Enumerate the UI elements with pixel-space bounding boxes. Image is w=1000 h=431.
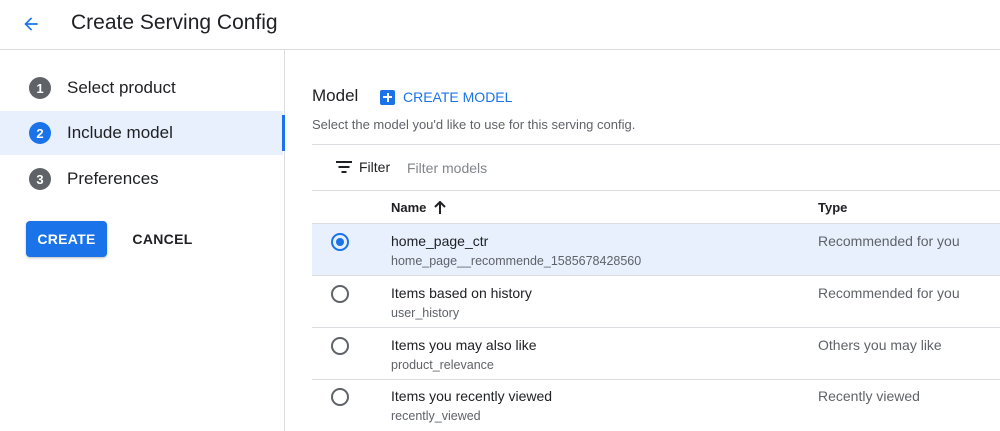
step-preferences[interactable]: 3 Preferences — [0, 157, 283, 201]
add-box-icon — [380, 89, 395, 105]
model-type: Recommended for you — [818, 285, 960, 301]
step-number: 1 — [29, 77, 51, 99]
section-title: Model — [312, 86, 359, 105]
step-number: 3 — [29, 168, 51, 190]
table-row[interactable]: Items you may also like product_relevanc… — [312, 328, 1000, 380]
model-name: Items you may also like — [391, 337, 537, 353]
create-button[interactable]: CREATE — [26, 221, 107, 257]
column-header-name[interactable]: Name — [391, 200, 447, 215]
model-id: home_page__recommende_1585678428560 — [391, 254, 642, 268]
step-label: Preferences — [67, 169, 159, 188]
create-model-button[interactable]: CREATE MODEL — [380, 88, 512, 106]
page-title: Create Serving Config — [71, 11, 278, 34]
step-select-product[interactable]: 1 Select product — [0, 66, 283, 110]
step-number: 2 — [29, 122, 51, 144]
filter-bar: Filter — [312, 144, 1000, 190]
model-id: user_history — [391, 306, 460, 320]
back-button[interactable] — [18, 11, 44, 37]
step-label: Include model — [67, 123, 173, 142]
table-row[interactable]: Items you recently viewed recently_viewe… — [312, 379, 1000, 431]
table-row[interactable]: Items based on history user_history Reco… — [312, 276, 1000, 328]
model-name: Items based on history — [391, 285, 532, 301]
radio-button[interactable] — [331, 388, 349, 406]
table-row[interactable]: home_page_ctr home_page__recommende_1585… — [312, 224, 1000, 276]
section-subtitle: Select the model you'd like to use for t… — [312, 117, 636, 132]
active-step-indicator — [282, 115, 285, 151]
arrow-upward-icon — [434, 200, 447, 214]
radio-button[interactable] — [331, 233, 349, 251]
arrow-back-icon — [24, 17, 38, 31]
model-type: Recommended for you — [818, 233, 960, 249]
radio-button[interactable] — [331, 337, 349, 355]
create-model-label: CREATE MODEL — [403, 89, 513, 105]
top-bar: Create Serving Config — [0, 0, 1000, 50]
filter-input[interactable] — [407, 157, 707, 179]
model-name: Items you recently viewed — [391, 388, 553, 404]
radio-button[interactable] — [331, 285, 349, 303]
column-header-type[interactable]: Type — [818, 200, 847, 215]
model-type: Others you may like — [818, 337, 942, 353]
model-id: recently_viewed — [391, 409, 481, 423]
filter-label: Filter — [359, 159, 391, 175]
model-type: Recently viewed — [818, 388, 920, 404]
column-header-name-label: Name — [391, 200, 427, 215]
filter-icon[interactable] — [336, 161, 352, 173]
step-include-model[interactable]: 2 Include model — [0, 111, 285, 155]
table-header: Name Type — [312, 190, 1000, 224]
model-name: home_page_ctr — [391, 233, 489, 249]
cancel-button[interactable]: CANCEL — [122, 221, 203, 257]
model-id: product_relevance — [391, 358, 494, 372]
step-label: Select product — [67, 78, 176, 97]
